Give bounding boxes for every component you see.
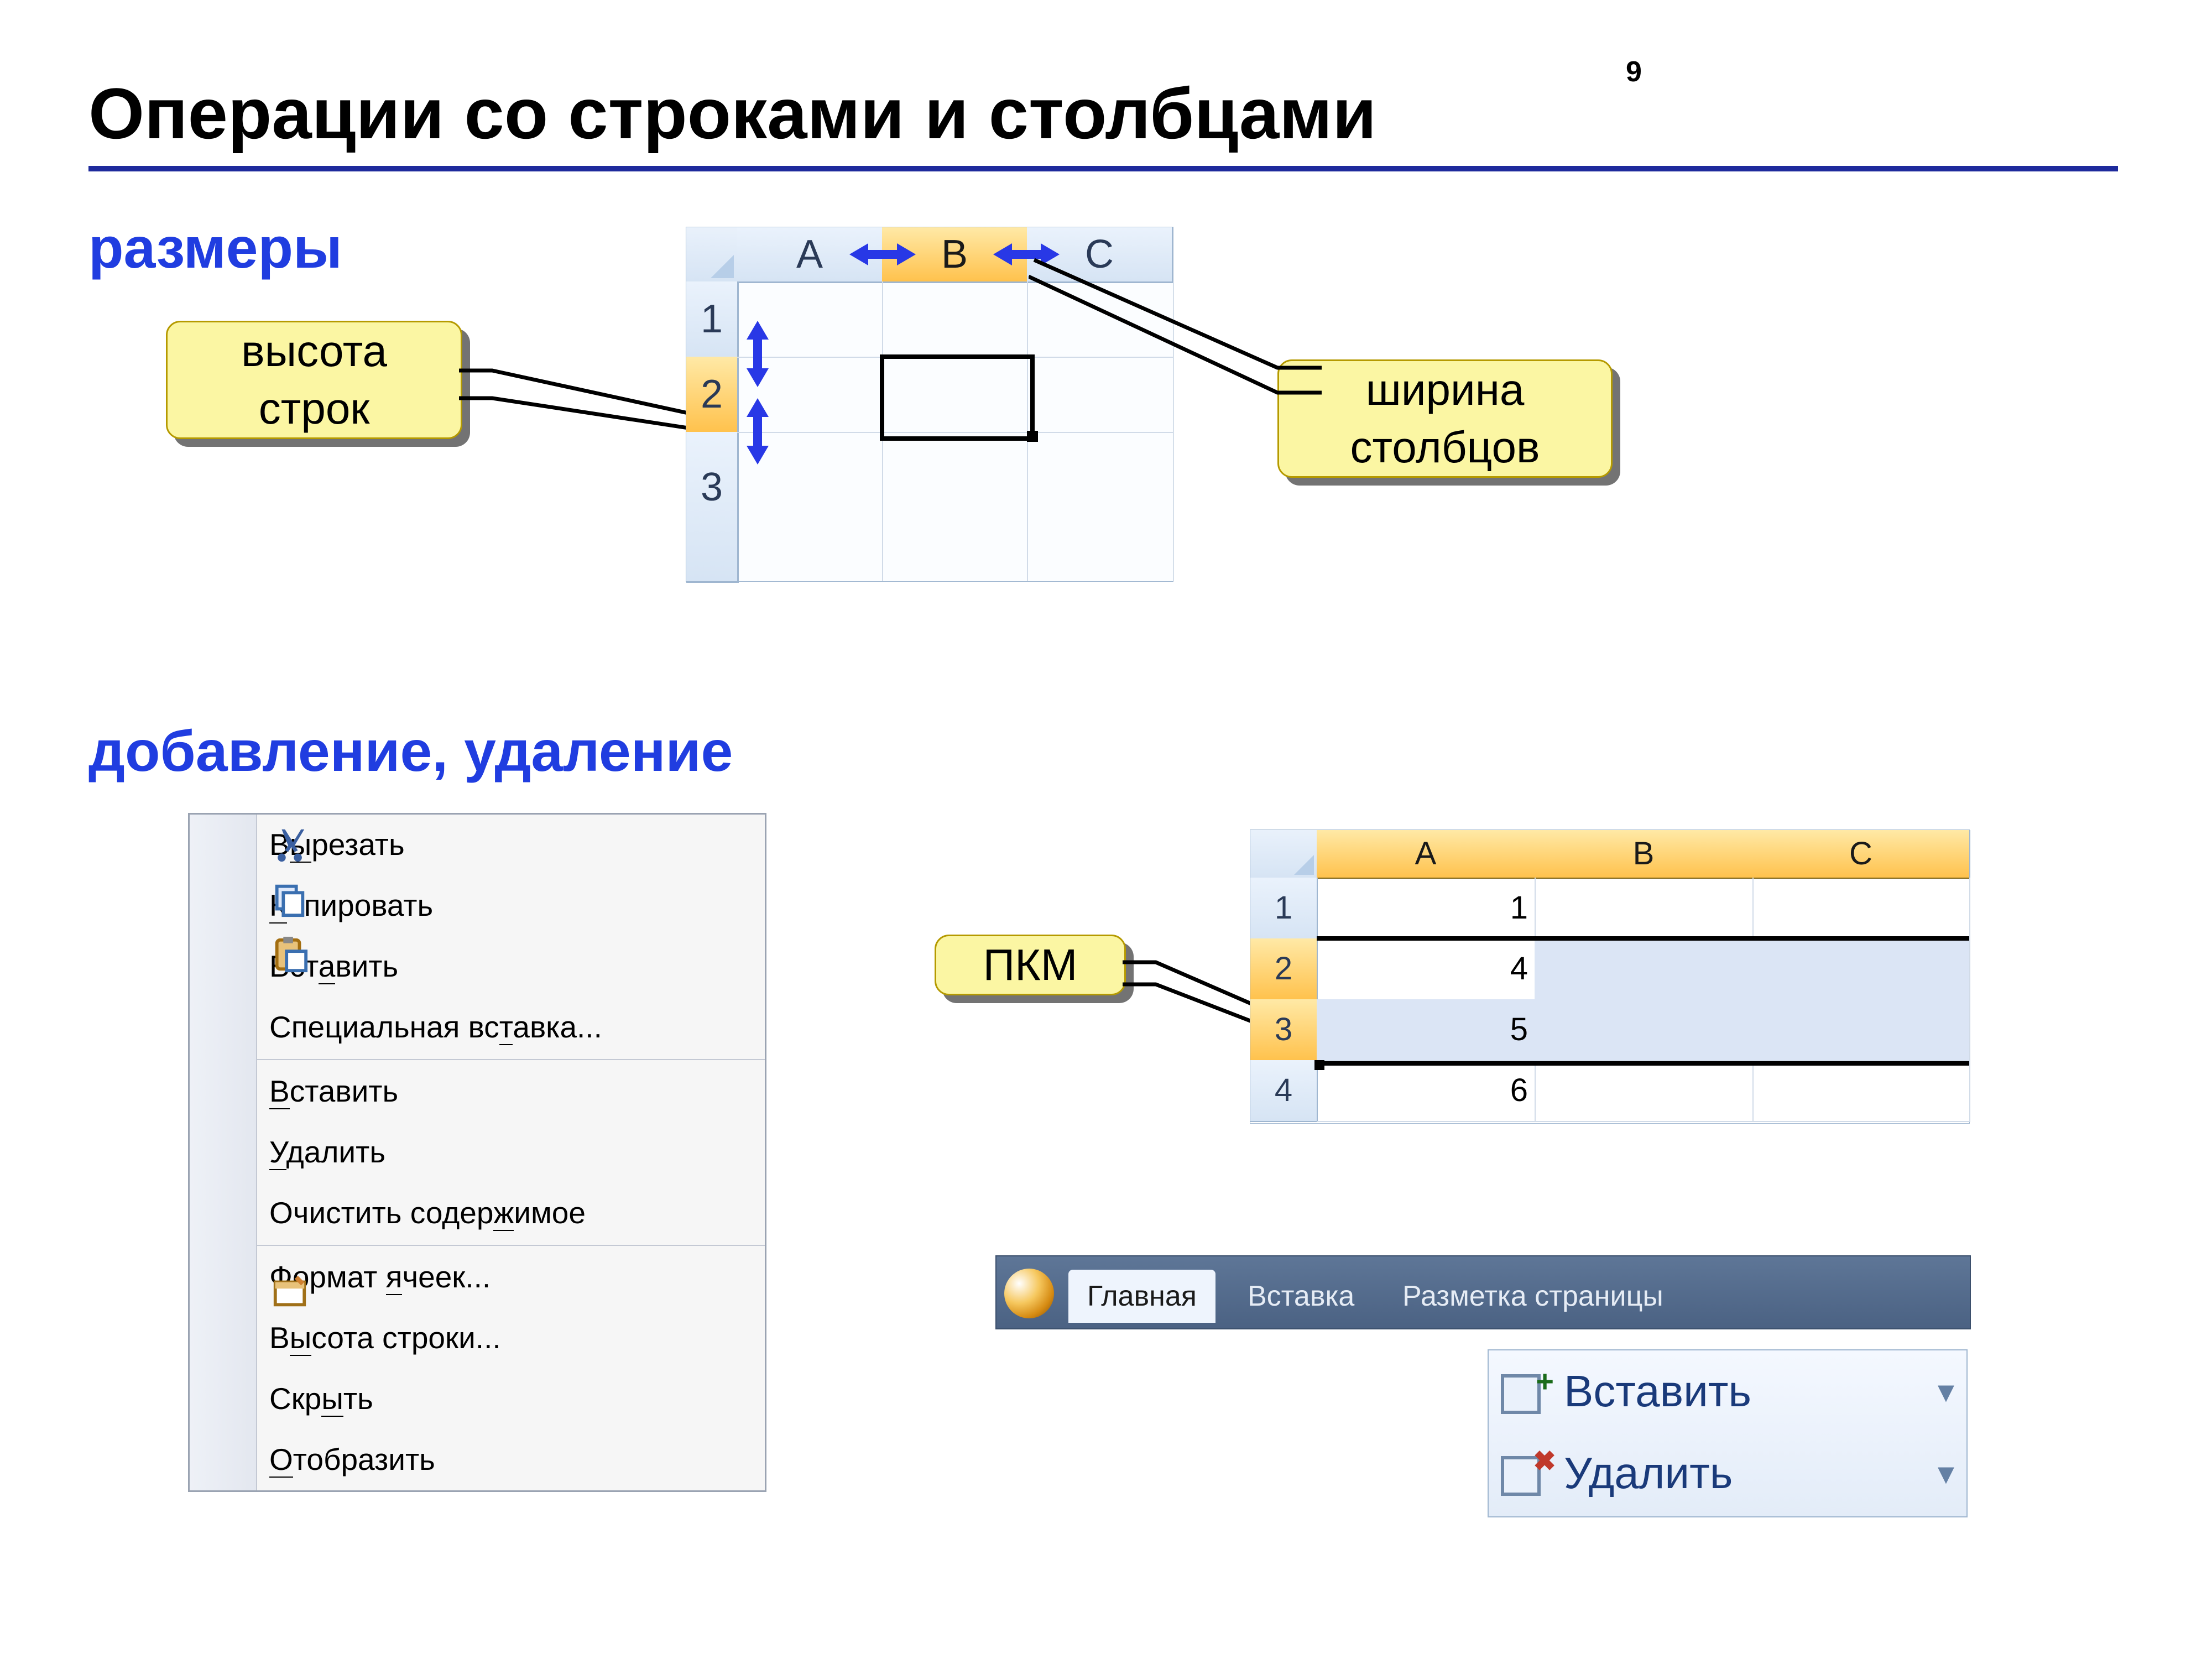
row-header-1[interactable]: 1 <box>686 281 739 358</box>
menu-row-height[interactable]: Высота строки... <box>256 1308 765 1369</box>
menu-clear[interactable]: Очистить содержимое <box>256 1183 765 1244</box>
dropdown-icon: ▾ <box>1938 1454 1954 1493</box>
row-header-2[interactable]: 2 <box>686 357 739 434</box>
delete-cells-icon <box>1501 1448 1551 1498</box>
cell-A1[interactable]: 1 <box>1317 878 1536 940</box>
page-number: 9 <box>1626 55 1642 88</box>
copy-icon <box>270 880 309 919</box>
pointer-col-width <box>1029 243 1322 398</box>
scissors-icon <box>270 825 309 863</box>
ribbon-insert-label: Вставить <box>1564 1366 1751 1417</box>
row2-3[interactable]: 3 <box>1250 999 1318 1061</box>
ribbon-cells-group: Вставить ▾ Удалить ▾ <box>1488 1349 1968 1517</box>
context-menu-icon-strip <box>190 815 257 1490</box>
resize-arrow-col-AB <box>849 241 916 268</box>
page-title: Операции со строками и столбцами <box>88 72 1376 155</box>
resize-arrow-row-23 <box>744 398 771 465</box>
cell-C4[interactable] <box>1752 1060 1970 1122</box>
menu-hide[interactable]: Скрыть <box>256 1369 765 1430</box>
row2-1[interactable]: 1 <box>1250 878 1318 940</box>
callout-col-width-l2: столбцов <box>1279 419 1611 476</box>
title-rule <box>88 166 2118 171</box>
col2-B[interactable]: B <box>1535 830 1754 879</box>
active-cell-B2[interactable] <box>880 354 1035 441</box>
resize-arrow-row-12 <box>744 321 771 387</box>
context-menu: Вырезать Копировать Вставить Специальная… <box>188 813 766 1492</box>
menu-paste[interactable]: Вставить <box>256 936 765 997</box>
ribbon-insert-button[interactable]: Вставить ▾ <box>1489 1350 1966 1432</box>
row2-4[interactable]: 4 <box>1250 1060 1318 1122</box>
office-button-icon[interactable] <box>1004 1269 1054 1318</box>
menu-sep-1 <box>256 1059 765 1060</box>
col2-A[interactable]: A <box>1317 830 1536 879</box>
menu-paste-special[interactable]: Специальная вставка... <box>256 997 765 1058</box>
cell-C1[interactable] <box>1752 878 1970 940</box>
cell-B1[interactable] <box>1535 878 1754 940</box>
section-addrem: добавление, удаление <box>88 719 733 785</box>
callout-col-width-l1: ширина <box>1279 361 1611 419</box>
cell-A4[interactable]: 6 <box>1317 1060 1536 1122</box>
cell-B4[interactable] <box>1535 1060 1754 1122</box>
row-header-3[interactable]: 3 <box>686 432 739 583</box>
menu-show[interactable]: Отобразить <box>256 1430 765 1490</box>
callout-row-height: высота строк <box>166 321 462 439</box>
ribbon-tabs: Главная Вставка Разметка страницы <box>995 1255 1971 1329</box>
menu-delete[interactable]: Удалить <box>256 1122 765 1183</box>
callout-rmb-label: ПКМ <box>936 936 1124 994</box>
select-all-corner-2[interactable] <box>1250 830 1318 879</box>
select-all-corner[interactable] <box>686 227 739 283</box>
format-icon <box>270 1272 309 1311</box>
fill-handle[interactable] <box>1027 431 1038 442</box>
tab-insert[interactable]: Вставка <box>1229 1270 1373 1323</box>
paste-icon <box>270 935 309 974</box>
insert-cells-icon <box>1501 1366 1551 1416</box>
menu-format-cells[interactable]: Формат ячеек... <box>256 1247 765 1308</box>
spreadsheet-selection: A B C 1 2 3 4 1 4 5 6 <box>1250 830 1970 1124</box>
ribbon-delete-label: Удалить <box>1564 1448 1733 1499</box>
section-sizes: размеры <box>88 216 342 281</box>
callout-row-height-l1: высота <box>168 322 461 380</box>
menu-sep-2 <box>256 1245 765 1246</box>
tab-home[interactable]: Главная <box>1068 1270 1215 1323</box>
menu-cut[interactable]: Вырезать <box>256 815 765 875</box>
menu-copy[interactable]: Копировать <box>256 875 765 936</box>
selected-rows-frame <box>1317 936 1969 1066</box>
callout-rmb: ПКМ <box>935 935 1126 995</box>
menu-insert[interactable]: Вставить <box>256 1061 765 1122</box>
callout-col-width: ширина столбцов <box>1277 359 1613 478</box>
row2-2[interactable]: 2 <box>1250 938 1318 1000</box>
dropdown-icon: ▾ <box>1938 1372 1954 1411</box>
ribbon-delete-button[interactable]: Удалить ▾ <box>1489 1432 1966 1514</box>
col2-C[interactable]: C <box>1752 830 1970 879</box>
tab-layout[interactable]: Разметка страницы <box>1384 1270 1682 1323</box>
callout-row-height-l2: строк <box>168 380 461 437</box>
